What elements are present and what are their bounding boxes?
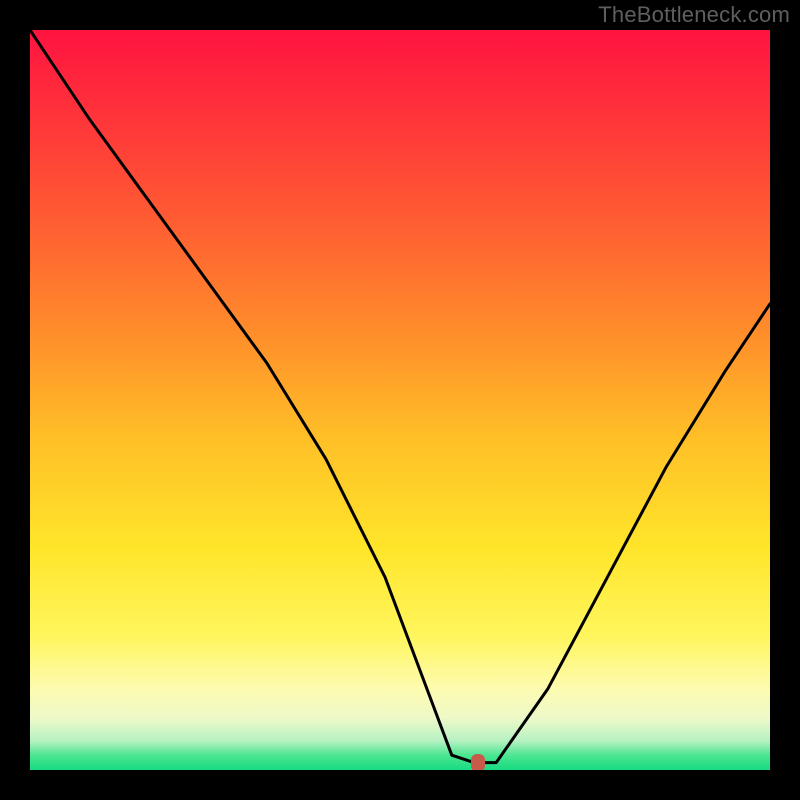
chart-frame: TheBottleneck.com — [0, 0, 800, 800]
plot-area — [30, 30, 770, 770]
optimal-marker — [471, 754, 485, 770]
bottleneck-curve — [30, 30, 770, 770]
curve-path — [30, 30, 770, 763]
watermark-text: TheBottleneck.com — [598, 2, 790, 28]
